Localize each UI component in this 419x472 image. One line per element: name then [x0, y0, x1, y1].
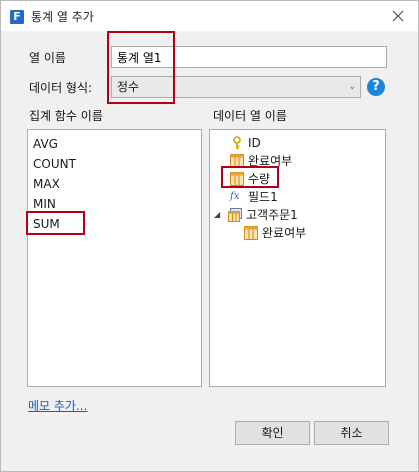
annotation-highlight-name-type [107, 31, 175, 104]
chevron-down-icon: ⌄ [348, 82, 356, 92]
close-icon [392, 10, 404, 22]
data-type-label: 데이터 형식: [29, 81, 93, 95]
key-icon [233, 136, 241, 150]
function-item-avg[interactable]: AVG [33, 134, 58, 154]
tree-item-label: 고객주문1 [246, 208, 298, 222]
table-column-icon [244, 226, 258, 240]
annotation-highlight-sum [26, 211, 85, 235]
add-statistics-column-dialog: F 통계 열 추가 열 이름 데이터 형식: 정수 ⌄ ? 집계 함수 이름 A… [0, 0, 419, 472]
function-item-count[interactable]: COUNT [33, 154, 76, 174]
window-title: 통계 열 추가 [31, 10, 94, 24]
table-group-icon [228, 208, 242, 222]
close-button[interactable] [388, 6, 408, 26]
column-name-label: 열 이름 [29, 51, 66, 65]
annotation-highlight-quantity [221, 166, 279, 188]
function-list: AVG COUNT MAX MIN SUM [27, 129, 202, 387]
app-logo-icon: F [10, 10, 24, 24]
tree-item-label: 필드1 [248, 190, 278, 204]
tree-item-label: 완료여부 [262, 226, 307, 240]
tree-expander-icon[interactable]: ◢ [214, 206, 220, 224]
formula-icon: fx [230, 191, 240, 202]
title-bar: F 통계 열 추가 [1, 1, 418, 31]
cancel-button[interactable]: 취소 [314, 421, 389, 445]
data-column-list-header: 데이터 열 이름 [213, 109, 287, 123]
add-memo-link[interactable]: 메모 추가... [28, 397, 87, 414]
ok-button[interactable]: 확인 [235, 421, 310, 445]
help-icon[interactable]: ? [367, 78, 385, 96]
function-item-max[interactable]: MAX [33, 174, 60, 194]
function-list-header: 집계 함수 이름 [29, 109, 103, 123]
tree-item-label: ID [248, 136, 261, 150]
